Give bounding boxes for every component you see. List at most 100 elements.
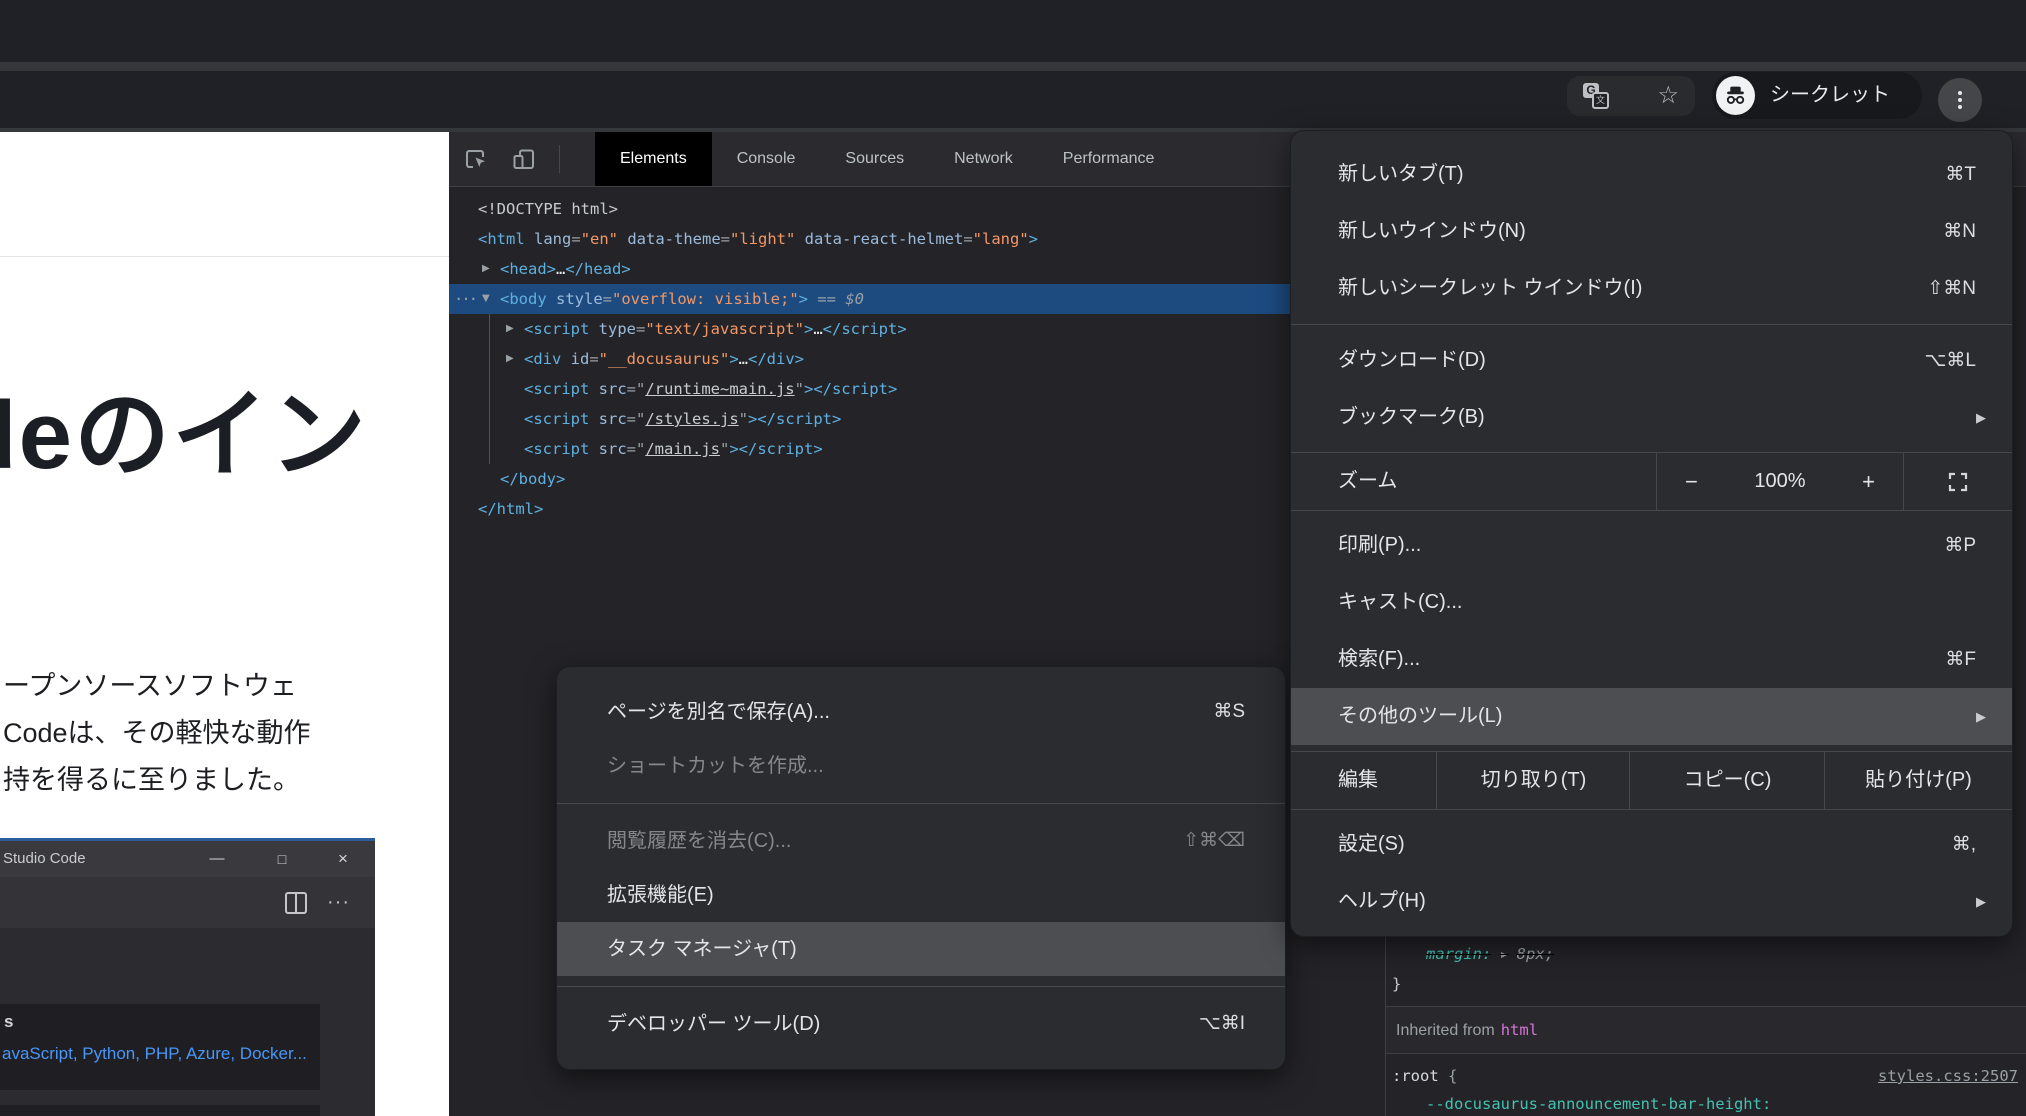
- zoom-value: 100%: [1754, 453, 1805, 510]
- minimize-icon: —: [207, 841, 227, 877]
- inspect-element-icon[interactable]: [463, 146, 489, 177]
- menu-item[interactable]: 設定(S)⌘,: [1291, 816, 2012, 873]
- menu-item[interactable]: 新しいタブ(T)⌘T: [1291, 146, 2012, 203]
- menu-item[interactable]: タスク マネージャ(T): [557, 922, 1285, 976]
- browser-window: G 文 ☆ シークレット deのイン ープンソースソフトウェ Codeは、その軽…: [0, 0, 2026, 1116]
- menu-zoom-row: ズーム − 100% +: [1291, 452, 2012, 511]
- twisty-icon[interactable]: ▶: [506, 314, 514, 344]
- vscode-window-title: Studio Code: [3, 841, 86, 877]
- shortcut-hint: ⇧⌘N: [1927, 260, 1976, 317]
- vscode-screenshot: Studio Code — □ × ··· s avaScript, Pytho…: [0, 838, 375, 1116]
- paragraph-line: ープンソースソフトウェ: [3, 663, 311, 710]
- menu-item[interactable]: 印刷(P)...⌘P: [1291, 517, 2012, 574]
- page-paragraph: ープンソースソフトウェ Codeは、その軽快な動作 持を得るに至りました。: [3, 663, 311, 804]
- menu-item[interactable]: 貼り付け(P): [1824, 752, 2012, 809]
- menu-item[interactable]: ショートカットを作成...: [557, 739, 1285, 793]
- css-custom-property[interactable]: --docusaurus-announcement-bar-height:: [1426, 1092, 1771, 1116]
- paragraph-line: 持を得るに至りました。: [3, 757, 311, 804]
- css-rule-header: :root { styles.css:2507: [1392, 1062, 2026, 1090]
- menu-item[interactable]: 新しいウインドウ(N)⌘N: [1291, 203, 2012, 260]
- section-divider: [1386, 1053, 2026, 1054]
- translate-icon[interactable]: G 文: [1583, 83, 1609, 109]
- device-toolbar-icon[interactable]: [511, 146, 537, 177]
- browser-menu-button[interactable]: [1938, 78, 1982, 122]
- shortcut-hint: ⌘S: [1213, 685, 1245, 739]
- menu-item[interactable]: ダウンロード(D)⌥⌘L: [1291, 332, 2012, 389]
- panel-heading-fragment: s: [4, 1012, 13, 1032]
- edit-label: 編集: [1338, 752, 1378, 809]
- shortcut-hint: ⌘,: [1952, 816, 1976, 873]
- menu-item[interactable]: 閲覧履歴を消去(C)...⇧⌘⌫: [557, 814, 1285, 868]
- toolbar-separator: [559, 145, 560, 173]
- twisty-icon[interactable]: ▼: [482, 284, 490, 314]
- maximize-icon: □: [272, 841, 292, 877]
- tabstrip-divider: [0, 62, 2026, 71]
- split-editor-icon: [285, 892, 307, 914]
- menu-separator: [1291, 324, 2012, 325]
- shortcut-hint: ⌥⌘L: [1925, 332, 1976, 389]
- shortcut-hint: ⇧⌘⌫: [1183, 814, 1245, 868]
- vscode-panel-fragment: [0, 1105, 320, 1116]
- menu-item[interactable]: 拡張機能(E): [557, 868, 1285, 922]
- submenu-arrow-icon: ▶: [1976, 389, 1986, 446]
- menu-item[interactable]: 新しいシークレット ウインドウ(I)⇧⌘N: [1291, 260, 2012, 317]
- submenu-arrow-icon: ▶: [1976, 873, 1986, 930]
- shortcut-hint: ⌘N: [1943, 203, 1976, 260]
- twisty-icon[interactable]: ▶: [506, 344, 514, 374]
- devtools-styles-pane: margin:▸8px; } Inherited fromhtml :root …: [1386, 932, 2026, 1116]
- tab-elements[interactable]: Elements: [595, 132, 712, 186]
- menu-edit-row: 編集 切り取り(T)コピー(C)貼り付け(P): [1291, 751, 2012, 810]
- twisty-icon[interactable]: ▶: [482, 254, 490, 284]
- close-icon: ×: [333, 841, 353, 877]
- three-dot-icon: [1958, 98, 1962, 102]
- dom-more-icon[interactable]: ···: [454, 284, 476, 314]
- menu-separator: [557, 803, 1285, 804]
- bookmark-star-icon[interactable]: ☆: [1657, 80, 1679, 112]
- stylesheet-source-link[interactable]: styles.css:2507: [1878, 1062, 2018, 1090]
- expand-shorthand-icon[interactable]: ▸: [1499, 945, 1508, 963]
- vscode-language-links: avaScript, Python, PHP, Azure, Docker...: [2, 1044, 307, 1064]
- menu-item[interactable]: ページを別名で保存(A)...⌘S: [557, 685, 1285, 739]
- tab-network[interactable]: Network: [929, 132, 1038, 186]
- more-actions-icon: ···: [327, 877, 350, 928]
- toolbar-icon-group: G 文 ☆: [1567, 76, 1695, 116]
- shortcut-hint: ⌥⌘I: [1199, 997, 1245, 1051]
- fullscreen-button[interactable]: [1904, 453, 2012, 510]
- zoom-label: ズーム: [1338, 453, 1397, 510]
- menu-item[interactable]: その他のツール(L)▶: [1291, 688, 2012, 745]
- vscode-titlebar: Studio Code — □ ×: [0, 841, 375, 877]
- paragraph-line: Codeは、その軽快な動作: [3, 710, 311, 757]
- devtools-tabs: ElementsConsoleSourcesNetworkPerformance: [595, 132, 1179, 186]
- menu-separator: [557, 986, 1285, 987]
- submenu-arrow-icon: ▶: [1976, 688, 1986, 745]
- shortcut-hint: ⌘F: [1945, 631, 1976, 688]
- menu-item[interactable]: コピー(C): [1629, 752, 1825, 809]
- zoom-out-button[interactable]: −: [1685, 453, 1698, 510]
- page-heading: deのイン: [0, 357, 368, 496]
- inherited-selector-link[interactable]: html: [1501, 1021, 1538, 1039]
- vscode-welcome-panel: s avaScript, Python, PHP, Azure, Docker.…: [0, 1004, 320, 1090]
- inherited-from-row: Inherited fromhtml: [1386, 1007, 2026, 1053]
- vscode-editor-area: s avaScript, Python, PHP, Azure, Docker.…: [0, 928, 375, 1116]
- menu-item[interactable]: キャスト(C)...: [1291, 574, 2012, 631]
- tab-performance[interactable]: Performance: [1038, 132, 1180, 186]
- shortcut-hint: ⌘P: [1944, 517, 1976, 574]
- menu-item[interactable]: 検索(F)...⌘F: [1291, 631, 2012, 688]
- menu-item[interactable]: ヘルプ(H)▶: [1291, 873, 2012, 930]
- web-page: deのイン ープンソースソフトウェ Codeは、その軽快な動作 持を得るに至りま…: [0, 132, 449, 1116]
- tab-console[interactable]: Console: [712, 132, 821, 186]
- vscode-editor-toolbar: ···: [0, 877, 375, 928]
- dom-tree-line[interactable]: ···▼<body style="overflow: visible;"> ==…: [449, 284, 1385, 314]
- incognito-badge: シークレット: [1712, 72, 1922, 119]
- browser-menu: 新しいタブ(T)⌘T新しいウインドウ(N)⌘N新しいシークレット ウインドウ(I…: [1290, 130, 2013, 937]
- incognito-label: シークレット: [1770, 72, 1890, 119]
- incognito-icon: [1716, 76, 1755, 115]
- context-menu: ページを別名で保存(A)...⌘Sショートカットを作成... 閲覧履歴を消去(C)…: [556, 666, 1286, 1070]
- tab-sources[interactable]: Sources: [820, 132, 929, 186]
- zoom-in-button[interactable]: +: [1862, 453, 1875, 510]
- menu-item[interactable]: 切り取り(T): [1436, 752, 1630, 809]
- menu-item[interactable]: ブックマーク(B)▶: [1291, 389, 2012, 446]
- shortcut-hint: ⌘T: [1945, 146, 1976, 203]
- css-overridden-property[interactable]: margin:▸8px;: [1426, 942, 1554, 966]
- menu-item[interactable]: デベロッパー ツール(D)⌥⌘I: [557, 997, 1285, 1051]
